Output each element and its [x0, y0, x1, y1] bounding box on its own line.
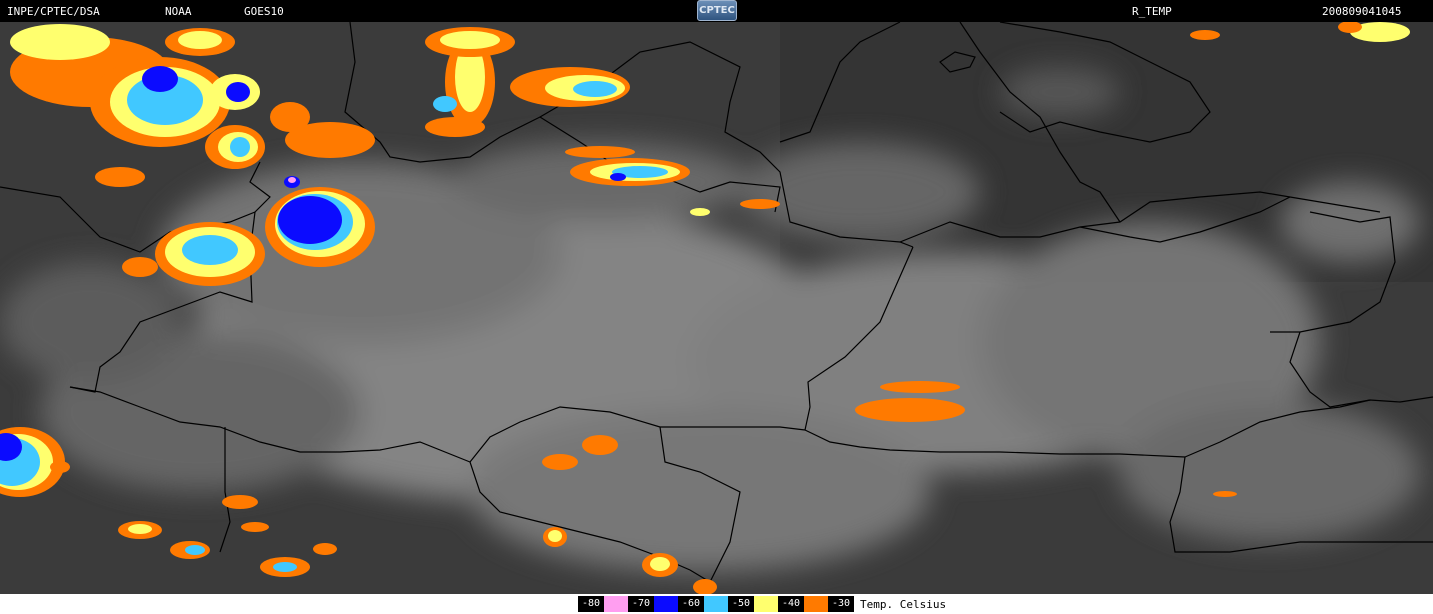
legend-swatch [704, 596, 728, 612]
header-bar: INPE/CPTEC/DSA NOAA GOES10 CPTEC R_TEMP … [0, 0, 1433, 22]
legend-swatch [654, 596, 678, 612]
legend-item: -40 [778, 594, 828, 614]
timestamp-label: 200809041045 [1322, 5, 1402, 18]
satellite-label: GOES10 [244, 5, 284, 18]
institution-label: INPE/CPTEC/DSA [7, 5, 100, 18]
legend-item: -70 [628, 594, 678, 614]
legend-swatch [804, 596, 828, 612]
legend-swatch [604, 596, 628, 612]
satellite-image [0, 22, 1433, 594]
legend-swatch [754, 596, 778, 612]
legend-value: -60 [678, 596, 704, 612]
legend-value: -80 [578, 596, 604, 612]
temperature-legend: -80 -70 -60 -50 -40 -30 Temp. Celsius [578, 594, 946, 614]
legend-item: -80 [578, 594, 628, 614]
legend-item: -50 [728, 594, 778, 614]
legend-value: -40 [778, 596, 804, 612]
legend-value: -70 [628, 596, 654, 612]
agency-label: NOAA [165, 5, 192, 18]
legend-value: -50 [728, 596, 754, 612]
satellite-map [0, 22, 1433, 594]
legend-item: -60 [678, 594, 728, 614]
legend-unit-label: Temp. Celsius [860, 597, 947, 611]
legend-item: -30 [828, 594, 854, 614]
legend-value: -30 [828, 596, 854, 612]
cptec-logo: CPTEC [697, 0, 737, 21]
product-label: R_TEMP [1132, 5, 1172, 18]
